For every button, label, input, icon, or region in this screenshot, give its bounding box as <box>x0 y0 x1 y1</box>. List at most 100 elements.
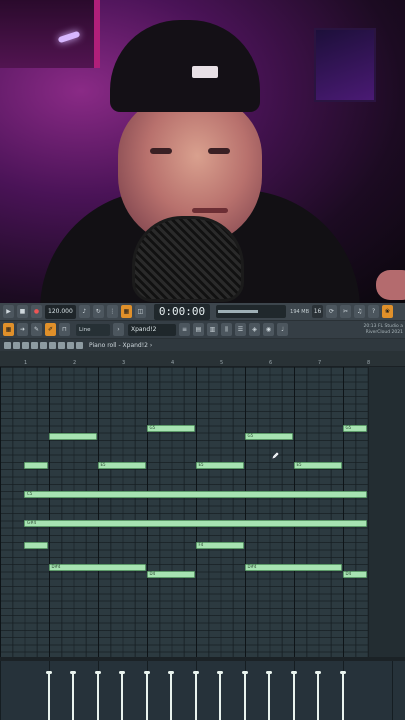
browser-toolbar: ▦ ➜ ✎ ✐ ⊓ Line › Xpand!2 ≡ ▤ ▥ ⫼ ☰ ◈ ◉ ♩… <box>0 321 405 339</box>
cpu-value: 16 <box>312 305 324 318</box>
note[interactable]: D4 <box>146 571 195 579</box>
note[interactable]: E5 <box>293 461 342 469</box>
song-time-display[interactable]: 0:00:00 <box>153 303 211 320</box>
velocity-handle[interactable] <box>339 671 346 674</box>
velocity-bar[interactable] <box>243 673 246 720</box>
velocity-handle[interactable] <box>168 671 174 674</box>
note[interactable]: D4 <box>342 571 367 579</box>
velocity-bar[interactable] <box>341 673 344 720</box>
playlist-icon[interactable]: ≡ <box>179 323 190 336</box>
velocity-handle[interactable] <box>45 671 52 674</box>
grid-scroll-area[interactable] <box>368 367 405 657</box>
record-icon[interactable]: ● <box>31 305 42 318</box>
velocity-handle[interactable] <box>94 671 101 674</box>
step-edit-icon[interactable]: ⋮ <box>106 305 118 318</box>
note[interactable]: C5 <box>24 491 367 499</box>
help-icon[interactable]: ? <box>368 305 380 318</box>
note[interactable]: D#4 <box>244 564 342 572</box>
channel-select[interactable]: Xpand!2 <box>128 323 176 336</box>
timeline-ruler[interactable]: 123456789 <box>0 351 405 367</box>
chevron-right-icon[interactable]: › <box>113 323 124 336</box>
pencil-cursor-icon <box>271 452 279 460</box>
cut-icon[interactable]: ✂ <box>340 305 352 318</box>
velocity-bar[interactable] <box>170 673 172 720</box>
arrow-right-icon[interactable]: ➜ <box>17 323 28 336</box>
velocity-handle[interactable] <box>290 671 297 674</box>
play-icon[interactable]: ▶ <box>3 305 14 318</box>
stop-icon[interactable]: ■ <box>17 305 28 318</box>
snap-select[interactable]: Line <box>76 323 110 336</box>
zoom-tool-icon[interactable] <box>67 341 74 349</box>
mouth <box>192 208 228 213</box>
velocity-bar[interactable] <box>145 673 148 720</box>
delete-tool-icon[interactable] <box>31 341 38 349</box>
brush-tool-icon[interactable] <box>22 341 29 349</box>
typing-keyboard-icon[interactable]: ▦ <box>120 305 132 318</box>
note[interactable] <box>48 432 97 440</box>
note[interactable]: D#4 <box>48 564 146 572</box>
velocity-bar[interactable] <box>194 673 197 720</box>
note[interactable]: E5 <box>195 461 244 469</box>
note-label: D4 <box>345 571 352 577</box>
pattern-mode-icon[interactable]: ▦ <box>3 323 14 336</box>
refresh-icon[interactable]: ⟳ <box>326 305 338 318</box>
loop-record-icon[interactable]: ↻ <box>92 305 104 318</box>
mixer-icon[interactable]: ⫼ <box>221 323 232 336</box>
wall-poster <box>314 28 376 102</box>
velocity-handle[interactable] <box>192 671 199 674</box>
paint-icon[interactable]: ✐ <box>45 323 56 336</box>
bar-number: 1 <box>24 360 28 366</box>
velocity-bar[interactable] <box>72 673 74 720</box>
metronome-icon[interactable]: ♪ <box>78 305 90 318</box>
mute-tool-icon[interactable] <box>40 341 47 349</box>
velocity-bar[interactable] <box>292 673 295 720</box>
velocity-panel[interactable] <box>0 661 405 720</box>
slice-tool-icon[interactable] <box>49 341 56 349</box>
velocity-handle[interactable] <box>217 671 223 674</box>
fl-logo-icon[interactable]: ❀ <box>382 305 394 318</box>
blend-notes-icon[interactable]: ◫ <box>134 305 146 318</box>
note[interactable] <box>24 461 48 469</box>
background-window <box>0 0 100 68</box>
piano-roll-header: Piano roll - Xpand!2 › <box>0 339 405 351</box>
select-tool-icon[interactable] <box>58 341 65 349</box>
note[interactable]: F4 <box>195 542 244 550</box>
velocity-bar[interactable] <box>268 673 270 720</box>
velocity-bar[interactable] <box>121 673 123 720</box>
velocity-handle[interactable] <box>241 671 248 674</box>
bar-number: 7 <box>318 360 322 366</box>
note[interactable] <box>24 542 48 550</box>
bar-number: 6 <box>269 360 273 366</box>
velocity-handle[interactable] <box>70 671 76 674</box>
browser-icon[interactable]: ☰ <box>235 323 246 336</box>
velocity-bar[interactable] <box>47 673 50 720</box>
record-manager-icon[interactable]: ◉ <box>263 323 274 336</box>
eye-right <box>208 148 230 154</box>
velocity-bar[interactable] <box>219 673 221 720</box>
channel-rack-icon[interactable]: ▥ <box>207 323 218 336</box>
note[interactable]: G5 <box>342 425 367 433</box>
tool-options-icon[interactable] <box>4 341 11 349</box>
mic-icon[interactable]: ♫ <box>354 305 366 318</box>
velocity-handle[interactable] <box>266 671 272 674</box>
note[interactable]: G5 <box>244 432 293 440</box>
magnet-icon[interactable]: ⊓ <box>59 323 70 336</box>
tempo-tap-icon[interactable]: ♩ <box>277 323 288 336</box>
note[interactable]: E5 <box>97 461 146 469</box>
velocity-bar[interactable] <box>96 673 99 720</box>
tempo-display[interactable]: 120.000 <box>45 304 76 319</box>
fl-info-line2: RiverCloud 2021 <box>365 329 403 335</box>
note[interactable]: G#4 <box>24 520 367 528</box>
velocity-bar[interactable] <box>317 673 319 720</box>
velocity-handle[interactable] <box>315 671 321 674</box>
plugin-icon[interactable]: ◈ <box>249 323 260 336</box>
piano-roll-icon[interactable]: ▤ <box>193 323 204 336</box>
pencil-tool-icon[interactable] <box>13 341 20 349</box>
note[interactable]: G5 <box>146 425 195 433</box>
pencil-icon[interactable]: ✎ <box>31 323 42 336</box>
cap-logo <box>192 66 218 78</box>
velocity-handle[interactable] <box>143 671 150 674</box>
playback-tool-icon[interactable] <box>76 341 83 349</box>
velocity-handle[interactable] <box>119 671 125 674</box>
note-grid[interactable]: G5 G5 G5 E5 E5 E5 C5 G#4 F4 D#4 D#4 D4 D4 <box>0 367 368 657</box>
